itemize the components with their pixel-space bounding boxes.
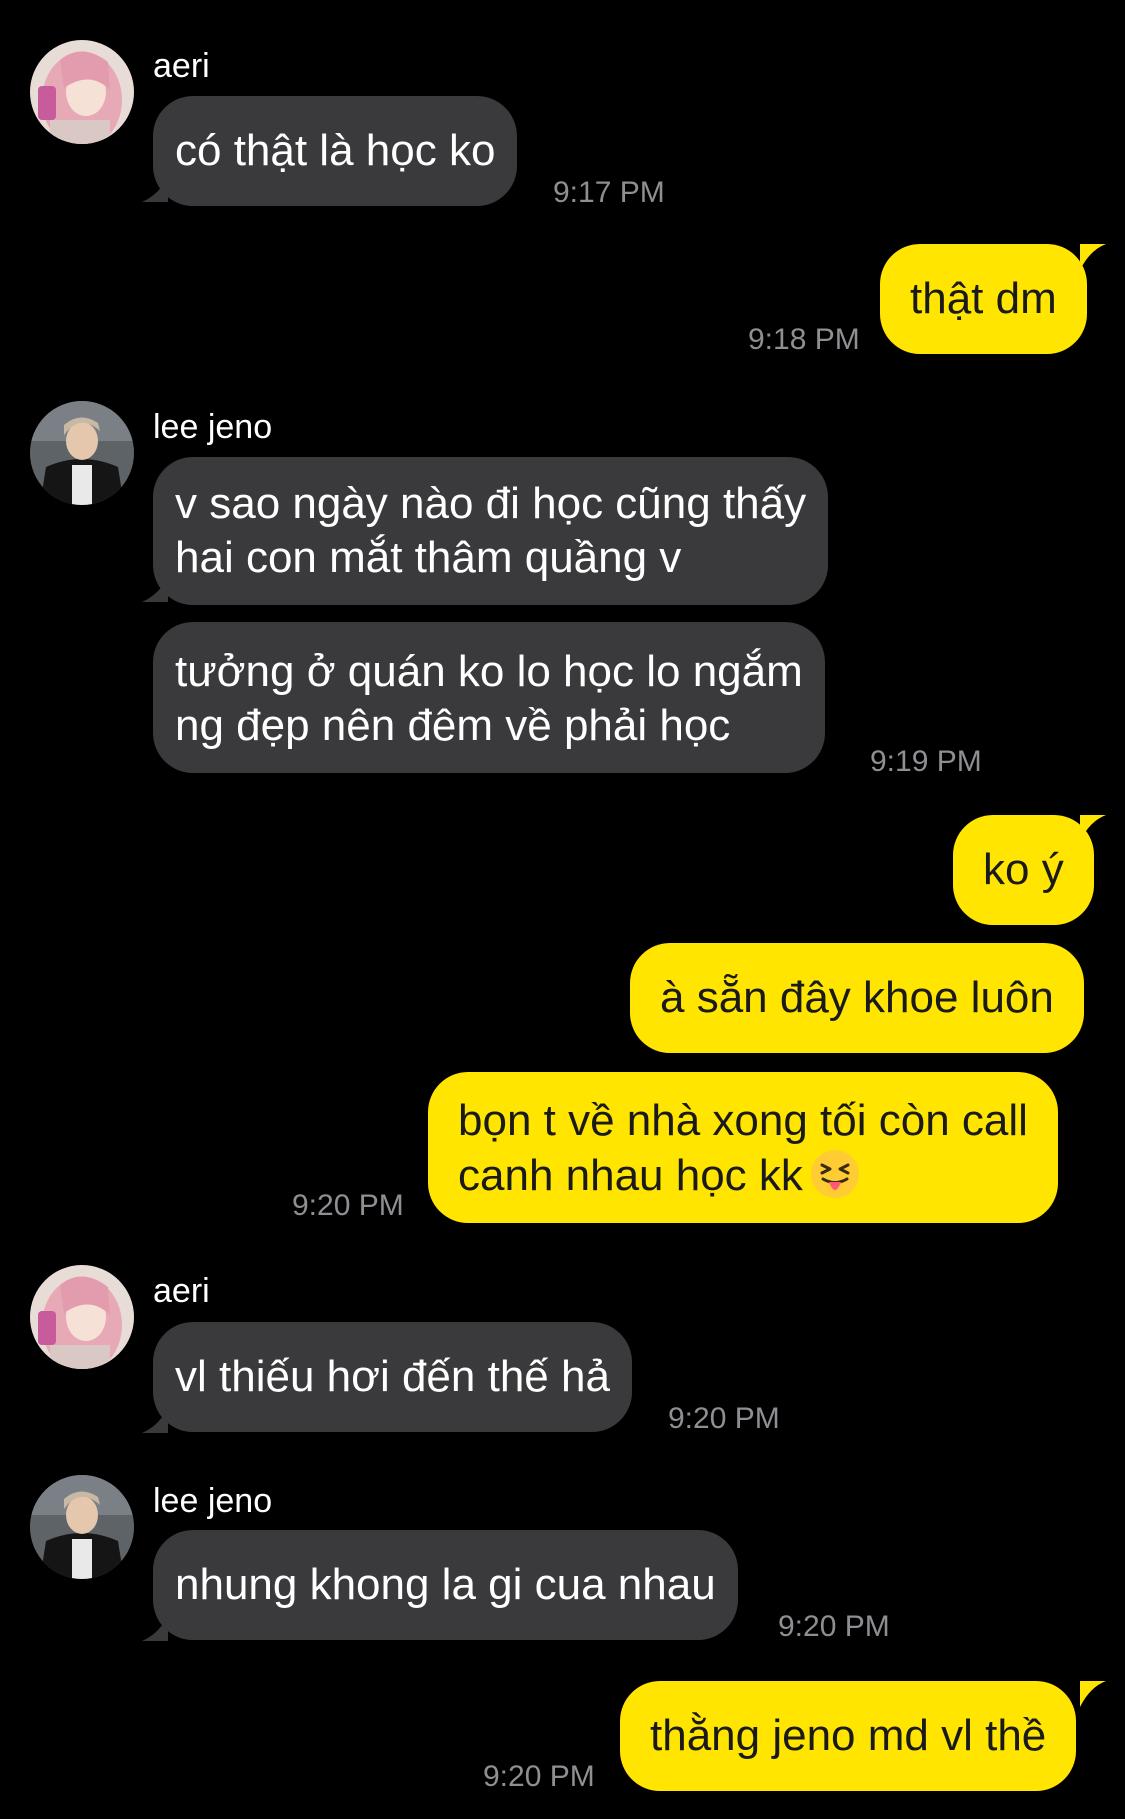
sender-name: aeri [153, 47, 210, 85]
message-text-line-1: v sao ngày nào đi học cũng thấy [175, 479, 807, 528]
message-timestamp: 9:20 PM [292, 1189, 404, 1222]
message-bubble[interactable]: thật dm [880, 244, 1087, 354]
sender-name: aeri [153, 1272, 210, 1310]
bubble-tail [1080, 244, 1106, 270]
message-text: vl thiếu hơi đến thế hả [175, 1352, 610, 1401]
message-timestamp: 9:17 PM [553, 176, 665, 209]
message-timestamp: 9:20 PM [668, 1402, 780, 1435]
bubble-tail [1080, 815, 1106, 841]
message-bubble[interactable]: ko ý [953, 815, 1094, 925]
message-bubble[interactable]: bọn t về nhà xong tối còn call canh nhau… [428, 1072, 1058, 1223]
aeri-avatar-icon[interactable] [30, 1265, 134, 1369]
message-text: à sẵn đây khoe luôn [660, 973, 1054, 1022]
jeno-avatar-icon[interactable] [30, 1475, 134, 1579]
aeri-avatar-icon[interactable] [30, 40, 134, 144]
message-bubble[interactable]: có thật là học ko [153, 96, 518, 206]
message-bubble[interactable]: tưởng ở quán ko lo học lo ngắm ng đẹp nê… [153, 622, 825, 773]
sender-name: lee jeno [153, 1482, 273, 1520]
message-bubble[interactable]: v sao ngày nào đi học cũng thấy hai con … [153, 457, 829, 605]
message-text: nhung khong la gi cua nhau [175, 1560, 716, 1609]
message-timestamp: 9:20 PM [778, 1610, 890, 1643]
jeno-avatar-icon[interactable] [30, 401, 134, 505]
message-text: có thật là học ko [175, 126, 496, 175]
message-text: thật dm [910, 274, 1057, 323]
message-text-line-2: hai con mắt thâm quầng v [175, 533, 682, 582]
bubble-tail [1080, 1681, 1106, 1707]
message-text-line-2: ng đẹp nên đêm về phải học [175, 701, 731, 750]
message-text: ko ý [983, 845, 1064, 894]
message-bubble[interactable]: thằng jeno md vl thề [620, 1681, 1077, 1791]
message-text: thằng jeno md vl thề [650, 1711, 1047, 1760]
sender-name: lee jeno [153, 408, 273, 446]
message-text-line-1: bọn t về nhà xong tối còn call [458, 1096, 1028, 1145]
squinting-tongue-emoji [810, 1150, 859, 1198]
message-bubble[interactable]: nhung khong la gi cua nhau [153, 1530, 738, 1640]
message-timestamp: 9:20 PM [483, 1760, 595, 1793]
message-text-line-2-text: canh nhau học kk [458, 1151, 803, 1200]
message-timestamp: 9:19 PM [870, 745, 982, 778]
message-bubble[interactable]: à sẵn đây khoe luôn [630, 943, 1084, 1053]
message-bubble[interactable]: vl thiếu hơi đến thế hả [153, 1322, 632, 1432]
message-text-line-2: canh nhau học kk [458, 1148, 1028, 1203]
message-timestamp: 9:18 PM [748, 323, 860, 356]
message-text-line-1: tưởng ở quán ko lo học lo ngắm [175, 647, 803, 696]
